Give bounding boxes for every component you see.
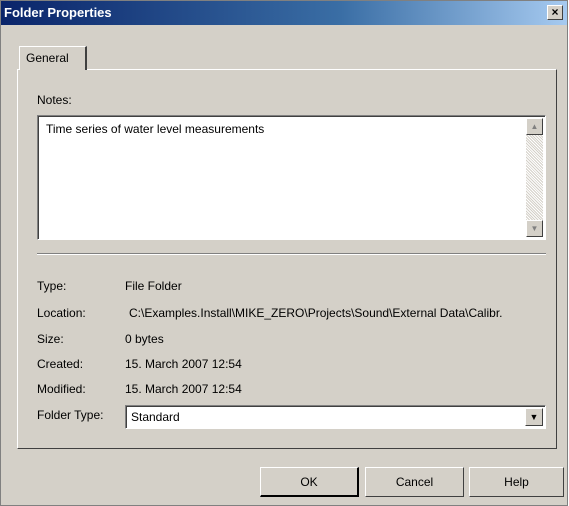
cancel-button[interactable]: Cancel: [365, 467, 464, 497]
separator: [37, 253, 546, 255]
size-value: 0 bytes: [125, 332, 164, 346]
notes-label: Notes:: [37, 93, 72, 107]
size-label: Size:: [37, 332, 64, 346]
type-label: Type:: [37, 279, 67, 293]
ok-button[interactable]: OK: [260, 467, 359, 497]
chevron-down-icon[interactable]: ▼: [525, 408, 543, 426]
modified-value: 15. March 2007 12:54: [125, 382, 242, 396]
modified-label: Modified:: [37, 382, 86, 396]
folder-type-value: Standard: [131, 410, 180, 424]
type-value: File Folder: [125, 279, 182, 293]
scroll-up-icon[interactable]: ▲: [526, 118, 543, 135]
notes-scrollbar[interactable]: ▲ ▼: [526, 118, 543, 237]
title-bar: Folder Properties ×: [1, 1, 567, 25]
location-value: C:\Examples.Install\MIKE_ZERO\Projects\S…: [129, 306, 503, 320]
folder-type-select[interactable]: Standard ▼: [125, 405, 546, 429]
location-label: Location:: [37, 306, 86, 320]
notes-textarea[interactable]: Time series of water level measurements …: [37, 115, 546, 240]
notes-text: Time series of water level measurements: [46, 122, 265, 136]
window-title: Folder Properties: [4, 5, 112, 20]
tab-general[interactable]: General: [19, 46, 87, 70]
help-button[interactable]: Help: [469, 467, 564, 497]
close-button[interactable]: ×: [547, 5, 563, 20]
folder-type-label: Folder Type:: [37, 408, 104, 422]
scroll-down-icon[interactable]: ▼: [526, 220, 543, 237]
created-value: 15. March 2007 12:54: [125, 357, 242, 371]
created-label: Created:: [37, 357, 84, 371]
folder-properties-dialog: Folder Properties × General Notes: Time …: [0, 0, 568, 506]
